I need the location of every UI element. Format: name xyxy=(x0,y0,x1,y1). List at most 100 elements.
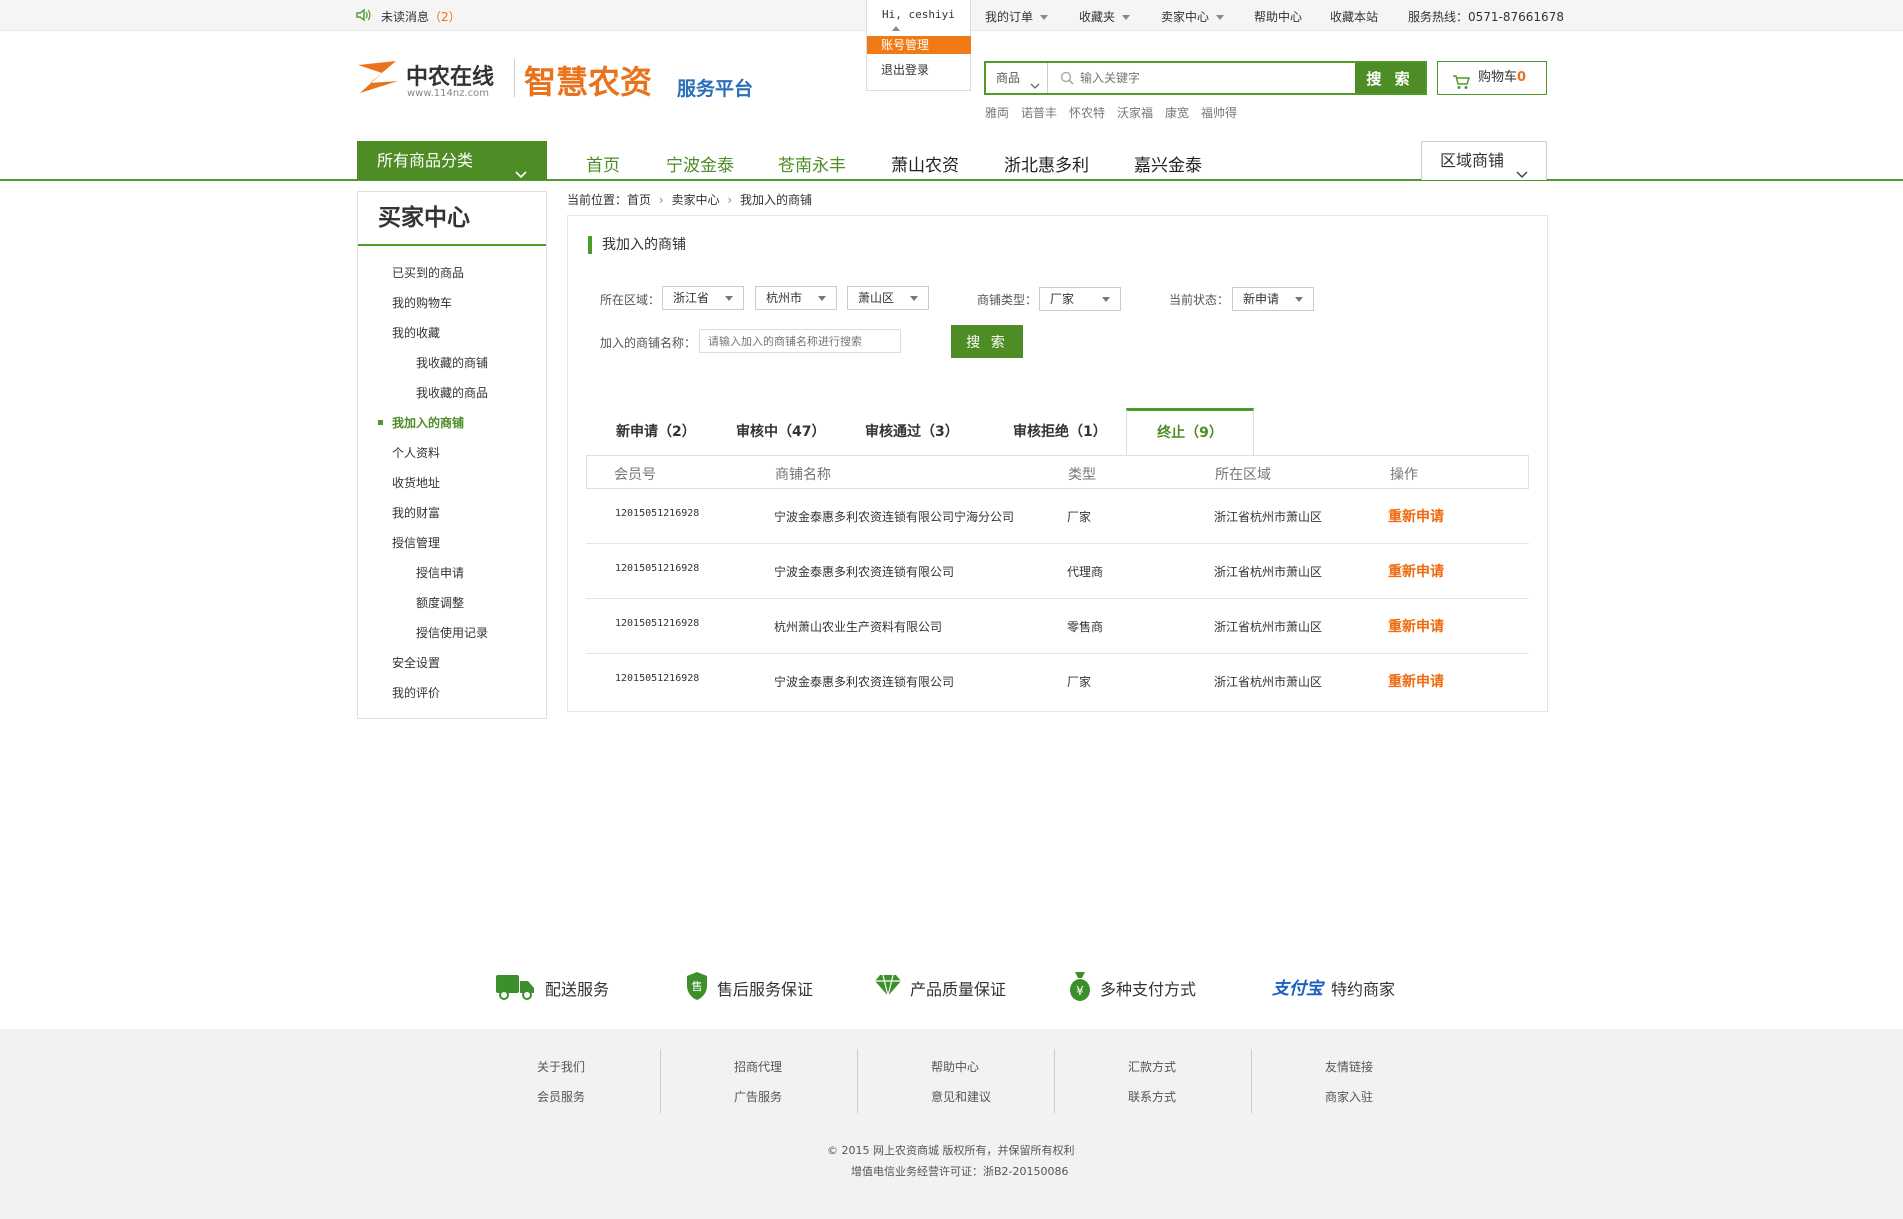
active-marker xyxy=(378,420,383,425)
tab-approved[interactable]: 审核通过（3） xyxy=(865,408,959,456)
shop-type-select[interactable]: 厂家 xyxy=(1039,287,1121,311)
table-row: 12015051216928 宁波金泰惠多利农资连锁有限公司宁海分公司 厂家 浙… xyxy=(586,489,1529,544)
sidebar-item-wealth[interactable]: 我的财富 xyxy=(392,504,440,521)
shop-name-input[interactable] xyxy=(699,329,901,353)
sidebar-item-fav-shops[interactable]: 我收藏的商铺 xyxy=(416,354,488,371)
tab-new-application[interactable]: 新申请（2） xyxy=(616,408,696,456)
sidebar-item-credit-management[interactable]: 授信管理 xyxy=(392,534,440,551)
joined-shops-panel: 我加入的商铺 所在区域： 浙江省 杭州市 萧山区 商铺类型： 厂家 当前状态： … xyxy=(567,215,1548,712)
footer-link-help-center[interactable]: 帮助中心 xyxy=(931,1058,979,1075)
footer-link-merchant-join[interactable]: 商家入驻 xyxy=(1325,1088,1373,1105)
help-center-link[interactable]: 帮助中心 xyxy=(1254,8,1302,25)
footer-divider xyxy=(1054,1049,1055,1113)
reapply-button[interactable]: 重新申请 xyxy=(1388,671,1444,691)
hot-word-link[interactable]: 康宽 xyxy=(1165,104,1189,121)
chevron-up-icon xyxy=(892,25,900,31)
footer-link-remittance[interactable]: 汇款方式 xyxy=(1128,1058,1176,1075)
footer-link-friend-links[interactable]: 友情链接 xyxy=(1325,1058,1373,1075)
sidebar-item-security[interactable]: 安全设置 xyxy=(392,654,440,671)
menu-item-logout[interactable]: 退出登录 xyxy=(867,61,971,79)
cart-label: 购物车 xyxy=(1478,70,1518,85)
member-id-cell: 12015051216928 xyxy=(615,508,700,519)
hot-word-link[interactable]: 怀农特 xyxy=(1069,104,1105,121)
nav-item-zhebei-huiduoli[interactable]: 浙北惠多利 xyxy=(1004,151,1089,176)
cart-button[interactable]: 购物车0 xyxy=(1437,61,1547,95)
shop-name-cell: 杭州萧山农业生产资料有限公司 xyxy=(774,620,943,634)
nav-item-home[interactable]: 首页 xyxy=(586,151,620,176)
sidebar-item-address[interactable]: 收货地址 xyxy=(392,474,440,491)
sidebar-item-fav-products[interactable]: 我收藏的商品 xyxy=(416,384,488,401)
hot-word-link[interactable]: 诺普丰 xyxy=(1021,104,1057,121)
table-header: 会员号 商铺名称 类型 所在区域 操作 xyxy=(586,455,1529,489)
panel-title: 我加入的商铺 xyxy=(588,236,686,254)
svg-text:¥: ¥ xyxy=(1076,984,1084,998)
footer-link-about-us[interactable]: 关于我们 xyxy=(537,1058,585,1075)
bookmark-site-link[interactable]: 收藏本站 xyxy=(1330,8,1378,25)
nav-item-ningbo-jintai[interactable]: 宁波金泰 xyxy=(666,151,734,176)
chevron-down-icon xyxy=(818,296,826,301)
region-cell: 浙江省杭州市萧山区 xyxy=(1214,620,1323,634)
footer-link-advertising[interactable]: 广告服务 xyxy=(734,1088,782,1105)
table-row: 12015051216928 杭州萧山农业生产资料有限公司 零售商 浙江省杭州市… xyxy=(586,599,1529,654)
nav-item-xiaoshan-nongzi[interactable]: 萧山农资 xyxy=(891,151,959,176)
footer-divider xyxy=(660,1049,661,1113)
reapply-button[interactable]: 重新申请 xyxy=(1388,616,1444,636)
hot-word-link[interactable]: 雅両 xyxy=(985,104,1009,121)
sidebar-item-joined-shops[interactable]: 我加入的商铺 xyxy=(392,414,464,431)
my-orders-menu[interactable]: 我的订单 xyxy=(985,8,1049,25)
sidebar-item-credit-apply[interactable]: 授信申请 xyxy=(416,564,464,581)
district-select[interactable]: 萧山区 xyxy=(847,286,929,310)
footer-link-member-service[interactable]: 会员服务 xyxy=(537,1088,585,1105)
breadcrumb-seller-center[interactable]: 卖家中心 xyxy=(672,193,720,207)
sidebar-item-profile[interactable]: 个人资料 xyxy=(392,444,440,461)
footer-link-contact[interactable]: 联系方式 xyxy=(1128,1088,1176,1105)
city-select[interactable]: 杭州市 xyxy=(755,286,837,310)
region-cell: 浙江省杭州市萧山区 xyxy=(1214,675,1323,689)
diamond-icon xyxy=(874,973,902,1001)
hot-word-link[interactable]: 福帅得 xyxy=(1201,104,1237,121)
money-bag-icon: ¥ xyxy=(1068,970,1092,1006)
search-category-select[interactable]: 商品 xyxy=(986,63,1048,93)
region-shops-button[interactable]: 区域商铺 xyxy=(1421,141,1547,180)
status-select[interactable]: 新申请 xyxy=(1232,287,1314,311)
all-categories-button[interactable]: 所有商品分类 xyxy=(357,141,547,180)
seller-center-menu[interactable]: 卖家中心 xyxy=(1161,8,1225,25)
search-input[interactable] xyxy=(1050,63,1355,93)
sidebar-item-cart[interactable]: 我的购物车 xyxy=(392,294,452,311)
cart-icon xyxy=(1452,71,1471,103)
region-cell: 浙江省杭州市萧山区 xyxy=(1214,565,1323,579)
search-button[interactable]: 搜 索 xyxy=(1355,63,1425,93)
unread-messages-link[interactable]: 未读消息（2） xyxy=(381,8,461,25)
filter-search-button[interactable]: 搜 索 xyxy=(951,325,1023,358)
tab-terminated[interactable]: 终止（9） xyxy=(1126,408,1254,456)
unread-label: 未读消息 xyxy=(381,10,430,24)
sidebar-item-purchased[interactable]: 已买到的商品 xyxy=(392,264,464,281)
shop-type-label: 商铺类型： xyxy=(977,293,1038,307)
reapply-button[interactable]: 重新申请 xyxy=(1388,561,1444,581)
site-logo[interactable]: 中农在线 www.114nz.com 智慧农资 服务平台 xyxy=(354,55,764,105)
favorites-menu[interactable]: 收藏夹 xyxy=(1079,8,1131,25)
sidebar-item-favorites[interactable]: 我的收藏 xyxy=(392,324,440,341)
reapply-button[interactable]: 重新申请 xyxy=(1388,506,1444,526)
sidebar-item-credit-records[interactable]: 授信使用记录 xyxy=(416,624,488,641)
tab-rejected[interactable]: 审核拒绝（1） xyxy=(1013,408,1107,456)
nav-item-jiaxing-jintai[interactable]: 嘉兴金泰 xyxy=(1134,151,1202,176)
column-header-action: 操作 xyxy=(1390,467,1418,483)
chevron-down-icon xyxy=(1030,72,1040,102)
breadcrumb-home[interactable]: 首页 xyxy=(627,193,651,207)
footer-link-feedback[interactable]: 意见和建议 xyxy=(931,1088,991,1105)
menu-item-account-management[interactable]: 账号管理 xyxy=(867,36,971,54)
service-hotline: 服务热线：0571-87661678 xyxy=(1408,10,1564,24)
tab-under-review[interactable]: 审核中（47） xyxy=(736,408,825,456)
member-id-cell: 12015051216928 xyxy=(615,563,700,574)
shop-name-cell: 宁波金泰惠多利农资连锁有限公司 xyxy=(774,675,955,689)
sidebar-item-quota-adjust[interactable]: 额度调整 xyxy=(416,594,464,611)
province-select[interactable]: 浙江省 xyxy=(662,286,744,310)
sidebar-item-reviews[interactable]: 我的评价 xyxy=(392,684,440,701)
footer-license: 增值电信业务经营许可证：浙B2-20150086 xyxy=(851,1165,1069,1178)
hot-word-link[interactable]: 沃家福 xyxy=(1117,104,1153,121)
footer-link-agency[interactable]: 招商代理 xyxy=(734,1058,782,1075)
nav-item-cangnan-yongfeng[interactable]: 苍南永丰 xyxy=(778,151,846,176)
search-box: 商品 搜 索 xyxy=(984,61,1427,95)
user-greeting[interactable]: Hi, ceshiyi xyxy=(882,8,970,34)
